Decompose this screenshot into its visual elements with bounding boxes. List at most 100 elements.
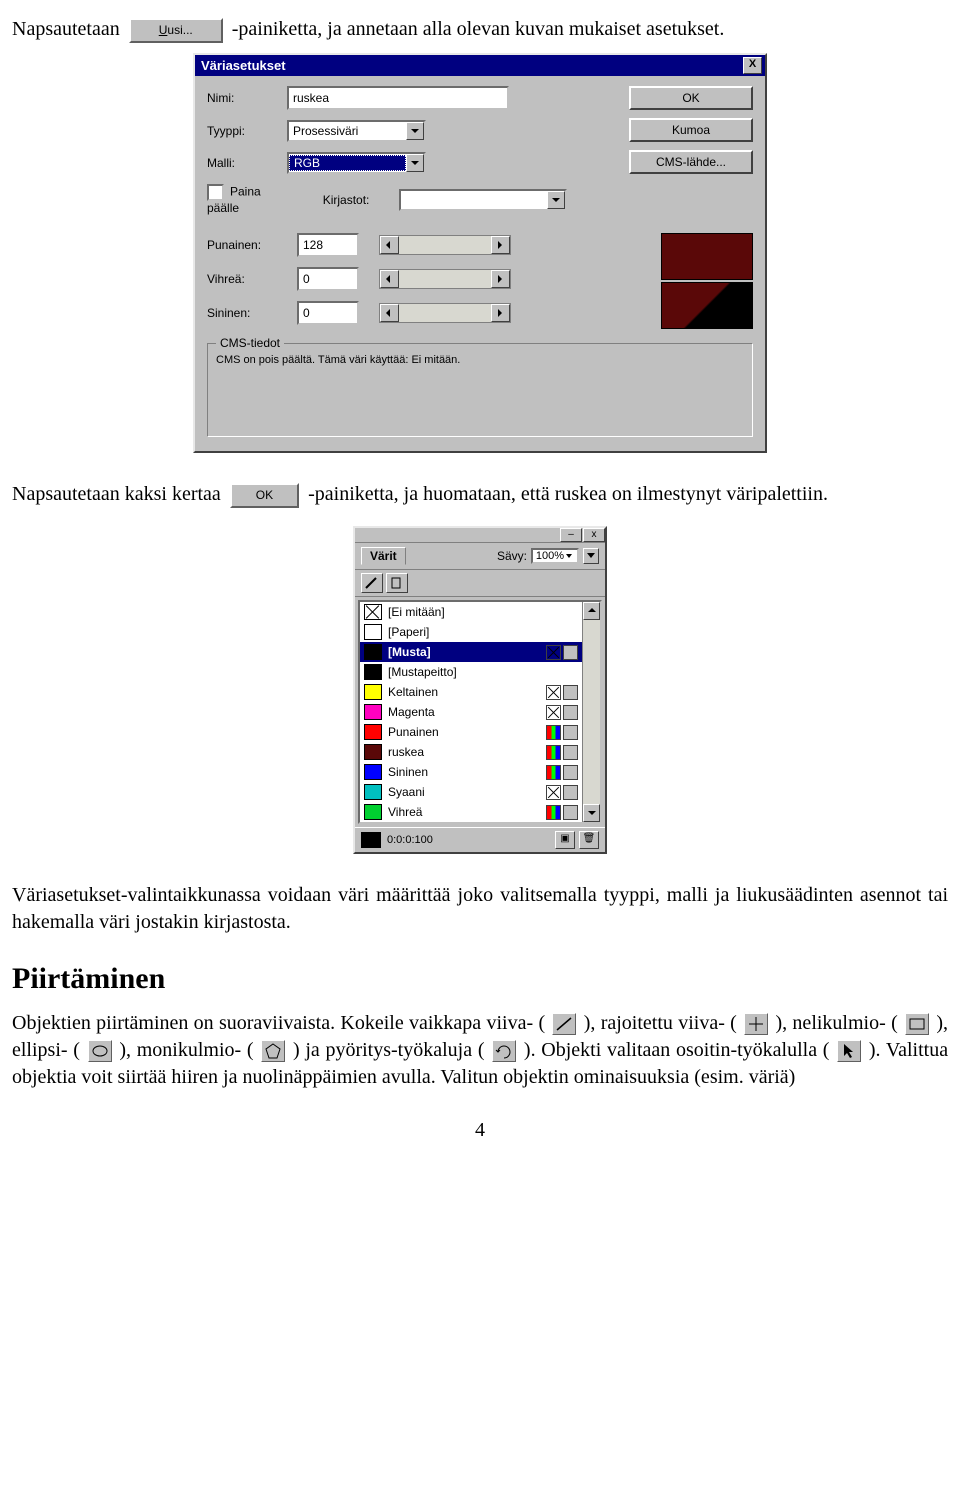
color-list: [Ei mitään] [Paperi] [Musta] [Mustapeitt…	[358, 600, 602, 824]
punainen-slider[interactable]	[379, 235, 511, 255]
scroll-down-icon[interactable]	[583, 804, 600, 822]
mark-icon	[546, 765, 561, 780]
color-item-keltainen[interactable]: Keltainen	[360, 682, 582, 702]
dialog-title: Väriasetukset	[201, 58, 286, 73]
arrow-left-icon[interactable]	[380, 270, 399, 288]
swatch-icon	[364, 784, 382, 800]
nimi-input[interactable]	[287, 86, 509, 110]
swatch-icon	[364, 644, 382, 660]
label-punainen: Punainen:	[207, 238, 297, 252]
trash-icon[interactable]: 🗑	[579, 831, 599, 849]
chevron-down-icon[interactable]	[547, 191, 565, 209]
color-item-none[interactable]: [Ei mitään]	[360, 602, 582, 622]
constrained-line-tool-icon[interactable]	[744, 1013, 768, 1035]
para-1a: Napsautetaan	[12, 18, 125, 40]
para-4a: Objektien piirtäminen on suoraviivaista.…	[12, 1012, 545, 1034]
varit-palette: – x Värit Sävy: 100% [Ei mitään] [Paperi…	[353, 526, 607, 854]
polygon-tool-icon[interactable]	[261, 1040, 285, 1062]
arrow-right-icon[interactable]	[491, 270, 510, 288]
vihrea-input[interactable]	[297, 267, 359, 291]
color-item-punainen[interactable]: Punainen	[360, 722, 582, 742]
chevron-down-icon[interactable]	[564, 550, 575, 562]
swatch-icon	[364, 804, 382, 820]
color-preview	[661, 233, 753, 335]
para-2: Napsautetaan kaksi kertaa OK -painiketta…	[12, 481, 948, 508]
label-sininen: Sininen:	[207, 306, 297, 320]
color-item-vihrea[interactable]: Vihreä	[360, 802, 582, 822]
kumoa-button[interactable]: Kumoa	[629, 118, 753, 142]
malli-value: RGB	[289, 155, 406, 171]
line-tool-icon[interactable]	[552, 1013, 576, 1035]
pencil-icon[interactable]	[361, 573, 383, 593]
color-item-magenta[interactable]: Magenta	[360, 702, 582, 722]
close-icon[interactable]: X	[743, 57, 762, 74]
rotate-tool-icon[interactable]	[492, 1040, 516, 1062]
arrow-left-icon[interactable]	[380, 236, 399, 254]
mark-icon	[563, 805, 578, 820]
mark-icon	[546, 705, 561, 720]
color-item-mustapeitto[interactable]: [Mustapeitto]	[360, 662, 582, 682]
mark-icon	[546, 645, 561, 660]
pointer-tool-icon[interactable]	[837, 1040, 861, 1062]
palette-tools	[355, 570, 605, 597]
arrow-right-icon[interactable]	[491, 236, 510, 254]
kirjastot-select[interactable]	[399, 189, 567, 211]
ellipse-tool-icon[interactable]	[88, 1040, 112, 1062]
mark-icon	[546, 745, 561, 760]
footer-text: 0:0:0:100	[387, 834, 433, 846]
color-item-musta[interactable]: [Musta]	[360, 642, 582, 662]
cms-legend: CMS-tiedot	[216, 336, 284, 350]
mark-icon	[546, 805, 561, 820]
sininen-slider[interactable]	[379, 303, 511, 323]
swatch-icon	[364, 684, 382, 700]
page-number: 4	[12, 1119, 948, 1142]
swatch-icon	[364, 744, 382, 760]
scroll-up-icon[interactable]	[583, 602, 600, 620]
savy-label: Sävy:	[497, 549, 527, 563]
sininen-input[interactable]	[297, 301, 359, 325]
chevron-down-icon[interactable]	[406, 154, 424, 172]
swatch-icon	[364, 664, 382, 680]
footer-swatch-icon	[361, 832, 381, 848]
list-scrollbar[interactable]	[582, 602, 600, 822]
punainen-input[interactable]	[297, 233, 359, 257]
color-item-syaani[interactable]: Syaani	[360, 782, 582, 802]
tyyppi-select[interactable]: Prosessiväri	[287, 120, 426, 142]
chevron-down-icon[interactable]	[406, 122, 424, 140]
menu-icon[interactable]	[583, 548, 599, 564]
savy-input[interactable]: 100%	[531, 548, 579, 564]
color-swatch-old	[661, 282, 753, 329]
uusi-button[interactable]: Uusi...	[129, 18, 223, 42]
swatch-icon	[364, 764, 382, 780]
ok-inline-button[interactable]: OK	[230, 483, 299, 507]
palette-topbar: – x	[355, 528, 605, 543]
fill-icon[interactable]	[386, 573, 408, 593]
varit-tab[interactable]: Värit	[361, 547, 406, 565]
arrow-left-icon[interactable]	[380, 304, 399, 322]
para-4b: ), rajoitettu viiva- (	[584, 1012, 737, 1034]
rectangle-tool-icon[interactable]	[905, 1013, 929, 1035]
label-malli: Malli:	[207, 156, 287, 170]
para-2a: Napsautetaan kaksi kertaa	[12, 483, 226, 505]
paina-checkbox-wrap[interactable]: Paina päälle	[207, 184, 293, 215]
cms-lahde-button[interactable]: CMS-lähde...	[629, 150, 753, 174]
mark-icon	[563, 745, 578, 760]
paina-checkbox[interactable]	[207, 184, 224, 201]
new-color-icon[interactable]: ▣	[555, 831, 575, 849]
swatch-icon	[364, 724, 382, 740]
palette-tabrow: Värit Sävy: 100%	[355, 543, 605, 570]
label-vihrea: Vihreä:	[207, 272, 297, 286]
swatch-icon	[364, 624, 382, 640]
arrow-right-icon[interactable]	[491, 304, 510, 322]
color-item-paperi[interactable]: [Paperi]	[360, 622, 582, 642]
malli-select[interactable]: RGB	[287, 152, 426, 174]
mark-icon	[563, 645, 578, 660]
para-1b: -painiketta, ja annetaan alla olevan kuv…	[232, 18, 725, 40]
mark-icon	[563, 725, 578, 740]
color-item-sininen[interactable]: Sininen	[360, 762, 582, 782]
close-icon[interactable]: x	[583, 528, 605, 542]
ok-button[interactable]: OK	[629, 86, 753, 110]
color-item-ruskea[interactable]: ruskea	[360, 742, 582, 762]
vihrea-slider[interactable]	[379, 269, 511, 289]
minimize-icon[interactable]: –	[560, 528, 582, 542]
